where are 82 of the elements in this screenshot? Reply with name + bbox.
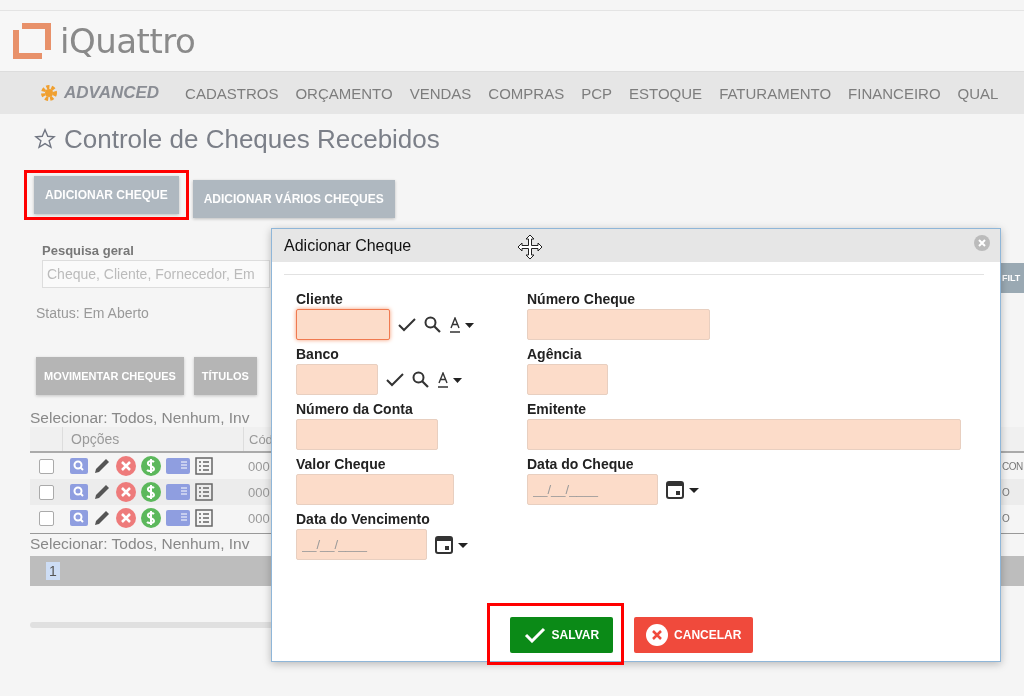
field-label: Valor Cheque: [296, 456, 387, 472]
logo-icon: [12, 22, 52, 60]
field-label: Número Cheque: [527, 291, 637, 307]
code-cell-text: 000: [247, 458, 271, 474]
input-field[interactable]: [527, 364, 608, 395]
brand-label: ADVANCED: [64, 83, 160, 103]
dollar-icon[interactable]: [141, 456, 161, 476]
input-field[interactable]: __/__/____: [527, 474, 658, 505]
row-checkbox[interactable]: [38, 510, 54, 526]
close-icon[interactable]: [974, 235, 990, 251]
table-cell-text: O: [1002, 512, 1011, 524]
close-icon[interactable]: [116, 508, 136, 528]
row-checkbox[interactable]: [38, 484, 54, 500]
nav-item[interactable]: VENDAS: [409, 84, 472, 102]
dollar-icon[interactable]: [141, 482, 161, 502]
calendar-icon[interactable]: [666, 479, 700, 500]
calendar-icon[interactable]: [435, 534, 469, 555]
pencil-icon[interactable]: [93, 457, 111, 475]
status-text: Status: Em Aberto: [36, 305, 150, 321]
input-field[interactable]: __/__/____: [296, 529, 427, 560]
page-link[interactable]: 1: [46, 562, 60, 580]
search-label: Pesquisa geral: [42, 243, 135, 258]
field-label: Banco: [296, 346, 340, 362]
star-icon[interactable]: [34, 128, 56, 150]
card-icon[interactable]: [166, 458, 190, 474]
row-checkbox[interactable]: [38, 458, 54, 474]
input-field[interactable]: [527, 419, 961, 450]
column-header: Opções: [63, 427, 244, 451]
pencil-icon[interactable]: [93, 509, 111, 527]
close-icon: [646, 624, 669, 646]
dollar-icon[interactable]: [141, 508, 161, 528]
input-field[interactable]: [296, 309, 390, 340]
list-icon[interactable]: [195, 483, 213, 501]
nav-item[interactable]: ORÇAMENTO: [295, 84, 393, 102]
add-button[interactable]: ADICIONAR VÁRIOS CHEQUES: [192, 180, 395, 218]
nav-item[interactable]: FATURAMENTO: [719, 84, 832, 102]
field-label: Data do Cheque: [527, 456, 635, 472]
table-cell-text: O: [1002, 486, 1011, 498]
input-field[interactable]: [296, 419, 438, 450]
card-icon[interactable]: [166, 510, 190, 526]
input-field[interactable]: [296, 364, 378, 395]
field-label: Emitente: [527, 401, 588, 417]
gear-icon: [38, 82, 60, 104]
text-format-icon[interactable]: [437, 371, 463, 388]
nav-item[interactable]: PCP: [581, 84, 613, 102]
action-button[interactable]: MOVIMENTAR CHEQUES: [36, 357, 184, 395]
dialog-title: Adicionar Cheque: [284, 236, 412, 255]
search-icon[interactable]: [424, 316, 441, 333]
cancel-button[interactable]: CANCELAR: [634, 617, 754, 653]
move-cursor-icon: [517, 234, 543, 260]
search-field[interactable]: Cheque, Cliente, Fornecedor, Em: [42, 260, 270, 288]
field-label: Data do Vencimento: [296, 511, 431, 527]
add-button[interactable]: ADICIONAR CHEQUE: [34, 176, 179, 214]
list-icon[interactable]: [195, 457, 213, 475]
nav-item[interactable]: CADASTROS: [185, 84, 279, 102]
input-field[interactable]: [296, 474, 454, 505]
nav-item[interactable]: ESTOQUE: [629, 84, 703, 102]
save-button[interactable]: SALVAR: [509, 617, 614, 653]
field-label: Número da Conta: [296, 401, 414, 417]
nav-item[interactable]: FINANCEIRO: [848, 84, 941, 102]
nav-item[interactable]: QUAL: [957, 84, 999, 102]
text-format-icon[interactable]: [449, 316, 475, 333]
filter-button[interactable]: FILT: [1000, 263, 1024, 293]
check-icon[interactable]: [398, 317, 416, 332]
close-icon[interactable]: [116, 482, 136, 502]
input-field[interactable]: [527, 309, 710, 340]
pencil-icon[interactable]: [93, 483, 111, 501]
code-cell-text: 000: [247, 484, 271, 500]
logo-text: iQuattro: [60, 21, 196, 61]
field-label: Cliente: [296, 291, 344, 307]
card-icon[interactable]: [166, 484, 190, 500]
check-icon: [523, 627, 546, 643]
page-title: Controle de Cheques Recebidos: [64, 123, 440, 155]
action-button[interactable]: TÍTULOS: [193, 357, 257, 395]
list-icon[interactable]: [195, 509, 213, 527]
field-label: Agência: [527, 346, 583, 362]
code-cell-text: 000: [247, 510, 271, 526]
check-icon[interactable]: [386, 372, 404, 387]
nav-item[interactable]: COMPRAS: [488, 84, 565, 102]
close-icon[interactable]: [116, 456, 136, 476]
search-icon[interactable]: [412, 371, 429, 388]
table-cell: CON: [1002, 460, 1024, 472]
